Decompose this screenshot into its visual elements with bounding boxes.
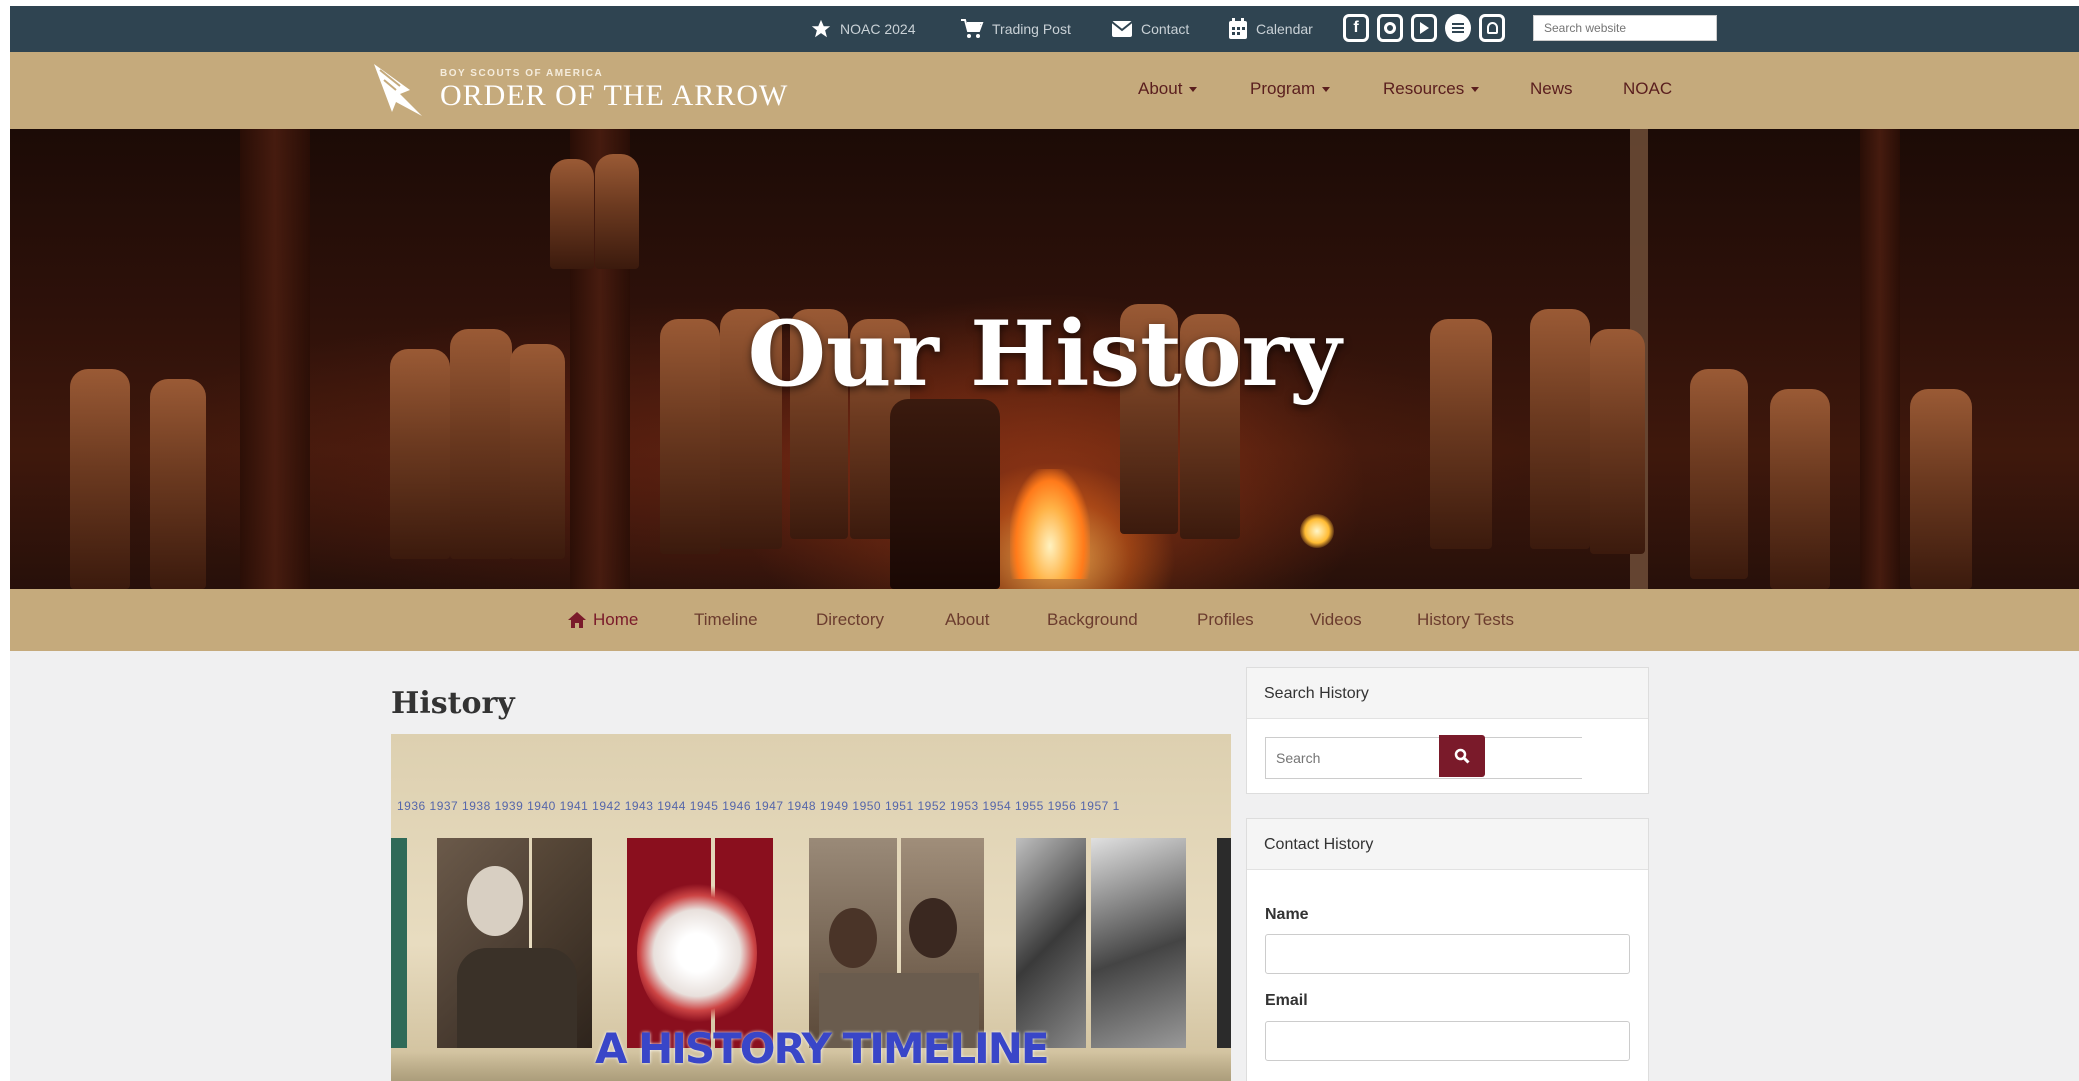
chevron-down-icon [1189,86,1198,92]
subnav-label: History Tests [1417,610,1514,629]
subnav-profiles[interactable]: Profiles [1197,610,1254,630]
email-label: Email [1265,992,1308,1009]
subnav-label: Home [593,610,639,629]
subnav-videos[interactable]: Videos [1310,610,1362,630]
nav-label: Program [1250,79,1316,98]
page-title: History [391,686,515,721]
search-icon [1454,748,1470,764]
timeline-years: 1936 1937 1938 1939 1940 1941 1942 1943 … [397,799,1120,813]
cart-icon [961,19,984,38]
nav-label: Resources [1383,79,1465,98]
timeline-photo [437,838,592,1048]
subnav-label: Timeline [694,610,758,629]
timeline-edge-strip [1217,838,1231,1048]
chevron-down-icon [1322,86,1331,92]
contact-history-title: Contact History [1247,819,1648,870]
instagram-icon[interactable] [1377,14,1403,42]
envelope-icon [1111,21,1133,37]
name-field[interactable] [1265,934,1630,974]
name-label: Name [1265,906,1309,923]
topbar-link-noac[interactable]: NOAC 2024 [810,6,915,52]
subnav-background[interactable]: Background [1047,610,1138,630]
subnav-label: Background [1047,610,1138,629]
utility-bar: NOAC 2024 Trading Post Contact Calendar … [10,6,2079,52]
chevron-down-icon [1471,86,1480,92]
subnav-about[interactable]: About [945,610,989,630]
timeline-edge-strip [391,838,407,1048]
nav-label: NOAC [1623,79,1673,98]
arrowhead-logo-icon [374,64,422,116]
topbar-link-contact[interactable]: Contact [1111,6,1189,52]
site-search-input[interactable] [1533,15,1717,41]
history-search-input[interactable] [1265,737,1582,779]
campfire [1010,469,1090,579]
brand-name: ORDER OF THE ARROW [440,78,789,112]
timeline-caption: A HISTORY TIMELINE [595,1024,1050,1073]
topbar-label: Trading Post [992,21,1071,37]
lantern-light [1300,514,1334,548]
home-icon [568,612,586,628]
star-icon [811,19,831,38]
subnav-label: Videos [1310,610,1362,629]
subnav-home[interactable]: Home [567,610,638,630]
email-field[interactable] [1265,1021,1630,1061]
topbar-link-trading-post[interactable]: Trading Post [960,6,1071,52]
topbar-label: Calendar [1256,21,1313,37]
timeline-photo [809,838,984,1048]
hero-title: Our History [747,301,1342,407]
facebook-icon[interactable]: f [1343,14,1369,42]
spotify-icon[interactable] [1445,14,1471,42]
subnav-label: About [945,610,990,629]
subnav-label: Directory [816,610,885,629]
subnav-label: Profiles [1197,610,1254,629]
history-subnav: Home Timeline Directory About Background… [10,589,2079,651]
topbar-label: Contact [1141,21,1190,37]
nav-label: News [1530,79,1573,98]
history-search-button[interactable] [1439,735,1485,777]
topbar-label: NOAC 2024 [840,21,916,37]
history-timeline-banner[interactable]: 1936 1937 1938 1939 1940 1941 1942 1943 … [391,734,1231,1081]
subnav-directory[interactable]: Directory [816,610,884,630]
main-navigation: BOY SCOUTS OF AMERICA ORDER OF THE ARROW… [10,52,2079,129]
youtube-icon[interactable] [1411,14,1437,42]
contact-history-panel: Contact History Name Email [1246,818,1649,1081]
brand-tagline: BOY SCOUTS OF AMERICA [440,67,604,79]
timeline-photo [627,838,773,1048]
calendar-icon [1229,18,1247,39]
snapchat-icon[interactable] [1479,14,1505,42]
search-history-title: Search History [1247,668,1648,719]
nav-resources[interactable]: Resources [1383,79,1480,99]
social-links: f [1343,14,1505,42]
hero-banner: Our History [10,129,2079,589]
nav-label: About [1138,79,1183,98]
timeline-photo [1016,838,1186,1048]
nav-noac[interactable]: NOAC [1623,79,1672,99]
nav-program[interactable]: Program [1250,79,1331,99]
site-logo[interactable]: BOY SCOUTS OF AMERICA ORDER OF THE ARROW [370,60,788,120]
nav-news[interactable]: News [1530,79,1573,99]
nav-about[interactable]: About [1138,79,1198,99]
subnav-history-tests[interactable]: History Tests [1417,610,1514,630]
subnav-timeline[interactable]: Timeline [694,610,758,630]
topbar-link-calendar[interactable]: Calendar [1228,6,1313,52]
